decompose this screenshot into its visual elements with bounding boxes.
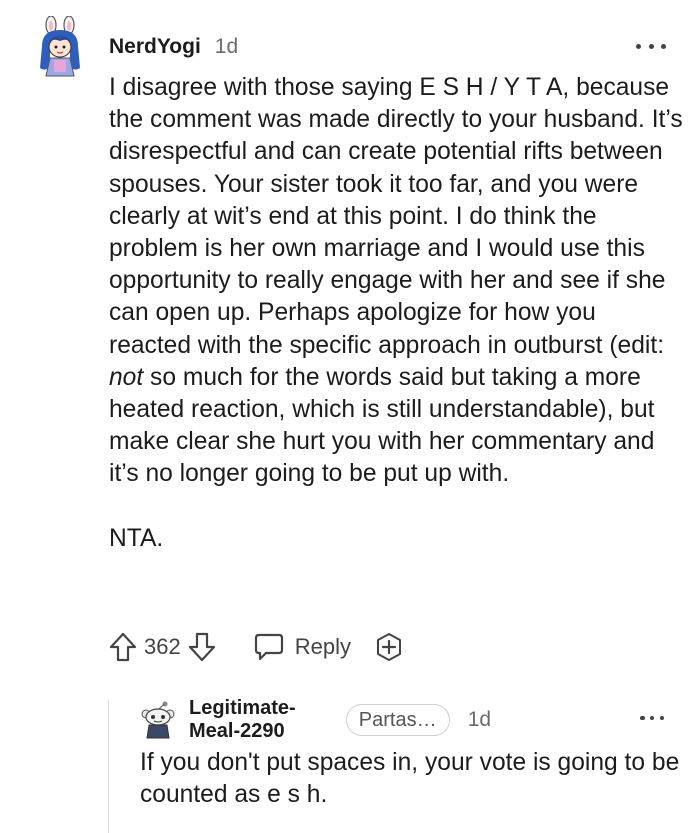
downvote-arrow-icon	[188, 632, 215, 662]
comment-body: I disagree with those saying E S H / Y T…	[109, 72, 684, 555]
comment-meta: NerdYogi 1d	[109, 32, 238, 62]
comment-actions: 362 Reply	[108, 628, 405, 666]
user-avatar[interactable]	[36, 15, 84, 78]
comment-timestamp: 1d	[214, 35, 239, 58]
reply-meta: Legitimate-Meal-2290 Partassi... 1d	[189, 697, 492, 742]
reply-author[interactable]: Legitimate-Meal-2290	[189, 697, 330, 743]
reply-label: Reply	[294, 634, 351, 659]
comment-author[interactable]: NerdYogi	[109, 35, 201, 59]
more-dot	[640, 715, 645, 721]
upvote-button[interactable]	[108, 631, 138, 663]
comment-text-emphasis: not	[109, 363, 144, 391]
more-dot	[649, 715, 655, 721]
more-dot	[636, 43, 641, 49]
more-dot	[648, 43, 654, 49]
thread-line[interactable]	[108, 700, 109, 833]
reply-body: If you don't put spaces in, your vote is…	[140, 749, 680, 809]
upvote-arrow-icon	[109, 632, 137, 662]
comment-verdict: NTA.	[109, 524, 164, 552]
more-options-button[interactable]	[636, 38, 666, 54]
comment-text-part: I disagree with those saying E S H / Y T…	[109, 74, 683, 359]
reply-more-options-button[interactable]	[640, 711, 664, 725]
comment-paragraph: I disagree with those saying E S H / Y T…	[109, 72, 684, 491]
reply-button[interactable]: Reply	[253, 632, 351, 662]
reply-timestamp: 1d	[467, 708, 492, 731]
vote-count: 362	[144, 634, 181, 659]
award-plus-icon	[376, 633, 401, 661]
speech-bubble-icon	[254, 633, 283, 661]
user-flair: Partassi...	[345, 704, 450, 736]
downvote-button[interactable]	[187, 631, 217, 663]
more-dot	[661, 43, 666, 49]
reply-avatar[interactable]	[140, 700, 176, 740]
award-button[interactable]	[373, 631, 405, 663]
more-dot	[659, 715, 664, 721]
snoo-avatar-icon	[141, 701, 175, 739]
comment-text-part: so much for the words said but taking a …	[109, 363, 655, 488]
bunny-ears-avatar-icon	[40, 15, 80, 77]
